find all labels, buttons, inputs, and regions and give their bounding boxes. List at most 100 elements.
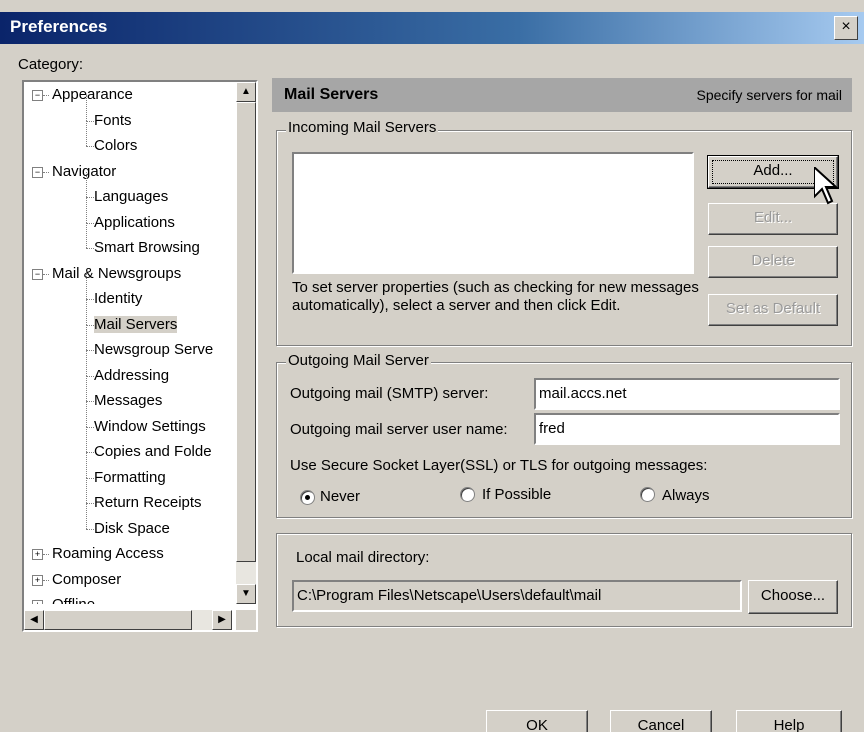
incoming-hint: To set server properties (such as checki… <box>292 279 699 314</box>
tree-item-disk-space[interactable]: Disk Space <box>94 519 170 539</box>
tree-item-fonts[interactable]: Fonts <box>94 111 132 131</box>
ok-button[interactable]: OK <box>486 710 588 732</box>
tree-item-mail-newsgroups[interactable]: Mail & Newsgroups <box>52 264 181 284</box>
radio-if-possible[interactable] <box>460 487 475 502</box>
tree-connector <box>86 426 94 428</box>
tree-item-colors[interactable]: Colors <box>94 136 137 156</box>
collapse-icon[interactable]: − <box>32 166 43 178</box>
incoming-server-list[interactable] <box>292 152 694 274</box>
tree-item-window-settings[interactable]: Window Settings <box>94 417 206 437</box>
panel-subtitle: Specify servers for mail <box>696 87 842 103</box>
tree-item-label: Mail & Newsgroups <box>52 264 182 282</box>
radio-never[interactable] <box>300 490 315 505</box>
mouse-cursor-icon <box>814 167 838 205</box>
choose-button[interactable]: Choose... <box>748 580 838 614</box>
tree-connector <box>43 579 49 581</box>
incoming-group-title: Incoming Mail Servers <box>286 119 439 136</box>
radio-if-possible-label[interactable]: If Possible <box>482 486 551 503</box>
edit-button[interactable]: Edit... <box>708 203 838 235</box>
close-icon[interactable]: × <box>834 16 858 40</box>
tree-item-label: Composer <box>52 570 122 588</box>
tree-item-identity[interactable]: Identity <box>94 289 142 309</box>
tree-vertical-scrollbar[interactable]: ▲ ▼ <box>236 82 256 604</box>
tree-connector <box>86 171 87 197</box>
title-bar[interactable]: Preferences × <box>0 12 864 44</box>
scroll-right-icon[interactable]: ▶ <box>212 610 232 630</box>
radio-always[interactable] <box>640 487 655 502</box>
tree-item-mail-servers[interactable]: Mail Servers <box>94 315 178 335</box>
hscroll-thumb[interactable] <box>44 610 192 630</box>
scroll-left-icon[interactable]: ◀ <box>24 610 44 630</box>
tree-item-label: Navigator <box>52 162 117 180</box>
tree-connector <box>86 477 94 479</box>
tree-item-offline[interactable]: Offline <box>52 595 95 604</box>
tree-connector <box>86 197 87 223</box>
scroll-thumb[interactable] <box>236 102 256 562</box>
tree-connector <box>86 401 94 402</box>
cancel-button[interactable]: Cancel <box>610 710 712 732</box>
user-name-input[interactable]: fred <box>534 413 840 445</box>
tree-item-roaming-access[interactable]: Roaming Access <box>52 544 164 564</box>
tree-item-label: Offline <box>52 596 95 604</box>
tree-connector <box>86 299 94 300</box>
tree-connector <box>86 299 87 325</box>
panel-title: Mail Servers <box>284 86 379 103</box>
category-tree[interactable]: − Appearance Fonts Colors − Navigator Language… <box>22 80 258 632</box>
tree-item-languages[interactable]: Languages <box>94 187 168 207</box>
tree-connector <box>86 222 87 248</box>
scroll-down-icon[interactable]: ▼ <box>236 584 256 604</box>
ssl-label: Use Secure Socket Layer(SSL) or TLS for … <box>290 457 708 474</box>
tree-item-messages[interactable]: Messages <box>94 391 162 411</box>
tree-item-newsgroup-serve[interactable]: Newsgroup Serve <box>94 340 213 360</box>
collapse-icon[interactable]: − <box>32 268 43 280</box>
tree-item-applications[interactable]: Applications <box>94 213 175 233</box>
tree-connector <box>86 350 94 351</box>
collapse-icon[interactable]: − <box>32 90 43 101</box>
tree-item-smart-browsing[interactable]: Smart Browsing <box>94 238 200 258</box>
tree-connector <box>86 324 87 350</box>
tree-item-formatting[interactable]: Formatting <box>94 468 166 488</box>
tree-connector <box>43 554 49 555</box>
tree-item-copies-and-folde[interactable]: Copies and Folde <box>94 442 212 462</box>
tree-item-label: Roaming Access <box>52 545 164 562</box>
tree-connector <box>86 452 94 453</box>
tree-connector <box>86 146 94 147</box>
radio-dot <box>305 495 310 500</box>
tree-item-composer[interactable]: Composer <box>52 570 121 590</box>
set-default-button[interactable]: Set as Default <box>708 294 838 326</box>
tree-connector <box>43 171 49 173</box>
tree-connector <box>86 95 87 121</box>
tree-connector <box>86 273 87 299</box>
tree-item-appearance[interactable]: Appearance <box>52 85 133 105</box>
expand-icon[interactable]: + <box>32 600 43 604</box>
window-title: Preferences <box>10 17 108 36</box>
radio-always-label[interactable]: Always <box>662 487 710 504</box>
scroll-corner <box>236 610 256 630</box>
smtp-server-input[interactable]: mail.accs.net <box>534 378 840 410</box>
tree-connector <box>43 95 49 96</box>
smtp-label: Outgoing mail (SMTP) server: <box>290 385 489 402</box>
local-directory-path[interactable]: C:\Program Files\Netscape\Users\default\… <box>292 580 742 612</box>
tree-item-label: Disk Space <box>94 519 170 537</box>
tree-item-navigator[interactable]: Navigator <box>52 162 116 182</box>
tree-connector <box>86 120 94 122</box>
help-button[interactable]: Help <box>736 710 842 732</box>
tree-item-label: Fonts <box>94 111 132 129</box>
tree-content: − Appearance Fonts Colors − Navigator Language… <box>24 82 232 604</box>
tree-item-label: Identity <box>94 290 143 307</box>
tree-item-addressing[interactable]: Addressing <box>94 366 169 386</box>
tree-horizontal-scrollbar[interactable]: ◀ ▶ <box>24 610 232 630</box>
tree-connector <box>86 503 94 504</box>
tree-connector <box>86 452 87 478</box>
tree-connector <box>86 375 87 401</box>
expand-icon[interactable]: + <box>32 549 43 560</box>
tree-item-label: Messages <box>94 392 163 409</box>
tree-item-label: Copies and Folde <box>94 443 212 460</box>
delete-button[interactable]: Delete <box>708 246 838 278</box>
tree-item-label: Window Settings <box>94 417 206 435</box>
radio-never-label[interactable]: Never <box>320 488 360 505</box>
expand-icon[interactable]: + <box>32 574 43 586</box>
tree-connector <box>86 324 94 326</box>
scroll-up-icon[interactable]: ▲ <box>236 82 256 102</box>
tree-item-return-receipts[interactable]: Return Receipts <box>94 493 202 513</box>
